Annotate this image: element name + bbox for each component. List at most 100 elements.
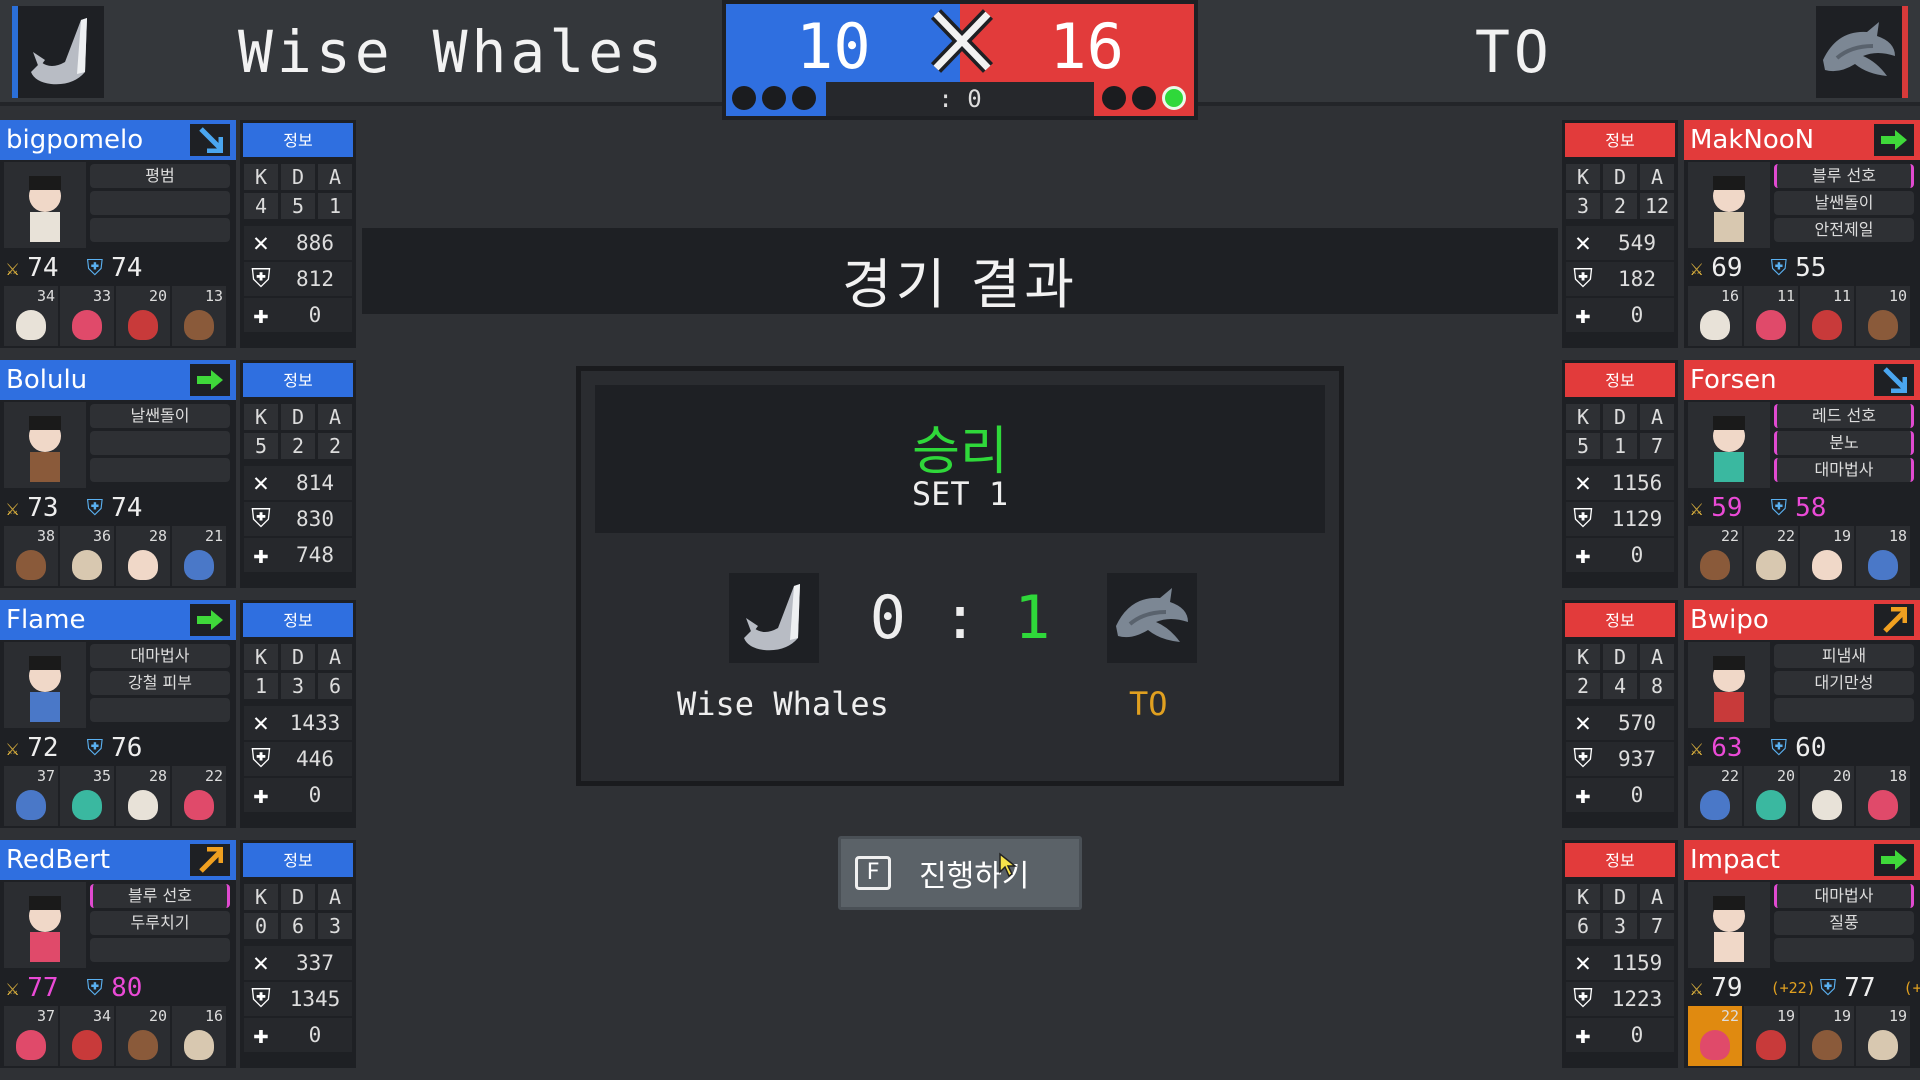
- champion-slot[interactable]: 22: [1688, 526, 1742, 586]
- champion-slot[interactable]: 34: [60, 1006, 114, 1066]
- stat-line: ⚔ 59 ⛨ 58: [1690, 492, 1854, 524]
- trait-item[interactable]: 날쌘돌이: [1774, 191, 1914, 215]
- champion-slot[interactable]: 38: [4, 526, 58, 586]
- champion-slot[interactable]: 11: [1800, 286, 1854, 346]
- champion-slot[interactable]: 18: [1856, 526, 1910, 586]
- champion-slot[interactable]: 10: [1856, 286, 1910, 346]
- trait-item[interactable]: [90, 191, 230, 215]
- trait-item[interactable]: 날쌘돌이: [90, 404, 230, 428]
- champion-face-icon: [72, 310, 102, 340]
- kda-header: D: [1603, 164, 1637, 190]
- champion-slot[interactable]: 20: [1744, 766, 1798, 826]
- trait-item[interactable]: 대기만성: [1774, 671, 1914, 695]
- champion-mastery: 28: [148, 767, 167, 785]
- trait-item[interactable]: 분노: [1774, 431, 1914, 455]
- trait-item[interactable]: 피냄새: [1774, 644, 1914, 668]
- combat-stats: ✕ 886 ⛨ 812 ✚ 0: [244, 226, 352, 334]
- trait-item[interactable]: [1774, 938, 1914, 962]
- info-button[interactable]: 정보: [1562, 360, 1678, 400]
- champion-slot[interactable]: 19: [1744, 1006, 1798, 1066]
- trait-item[interactable]: 대마법사: [1774, 458, 1914, 482]
- champion-slot[interactable]: 19: [1856, 1006, 1910, 1066]
- champion-slot[interactable]: 13: [172, 286, 226, 346]
- healing-done: 0: [1630, 303, 1644, 327]
- champion-pool: 34 33 20 13: [4, 286, 226, 346]
- stat-line: ⚔79(+22)⛨77(+22): [1690, 972, 1920, 1004]
- champion-slot[interactable]: 28: [116, 766, 170, 826]
- champion-face-icon: [16, 1030, 46, 1060]
- trait-item[interactable]: 강철 피부: [90, 671, 230, 695]
- shield-icon: ⛨: [1573, 743, 1593, 774]
- kda-grid: KDA 451: [244, 164, 352, 219]
- trait-item[interactable]: 블루 선호: [90, 884, 230, 908]
- healing-done: 748: [296, 543, 334, 567]
- champion-mastery: 35: [92, 767, 111, 785]
- trait-item[interactable]: 레드 선호: [1774, 404, 1914, 428]
- champion-face-icon: [1812, 790, 1842, 820]
- kda-header: K: [244, 404, 278, 430]
- trait-item[interactable]: [90, 458, 230, 482]
- champion-slot[interactable]: 28: [116, 526, 170, 586]
- champion-slot[interactable]: 33: [60, 286, 114, 346]
- champion-slot[interactable]: 20: [116, 286, 170, 346]
- trait-item[interactable]: [1774, 698, 1914, 722]
- champion-slot[interactable]: 16: [172, 1006, 226, 1066]
- whale-emblem-icon: [12, 6, 104, 98]
- info-button[interactable]: 정보: [240, 120, 356, 160]
- healing-done: 0: [1630, 783, 1644, 807]
- champion-slot[interactable]: 37: [4, 1006, 58, 1066]
- sword-icon: ⚔: [1690, 495, 1704, 521]
- trait-item[interactable]: 대마법사: [90, 644, 230, 668]
- champion-slot[interactable]: 37: [4, 766, 58, 826]
- champion-slot[interactable]: 36: [60, 526, 114, 586]
- champion-mastery: 20: [1832, 767, 1851, 785]
- champion-slot[interactable]: 22: [1688, 1006, 1742, 1066]
- champion-slot[interactable]: 34: [4, 286, 58, 346]
- champion-slot[interactable]: 19: [1800, 526, 1854, 586]
- info-button[interactable]: 정보: [240, 840, 356, 880]
- info-button[interactable]: 정보: [240, 600, 356, 640]
- kda-grid: KDA 248: [1566, 644, 1674, 699]
- champion-slot[interactable]: 35: [60, 766, 114, 826]
- right-arrow-icon: [190, 364, 230, 396]
- shield-icon: ⛨: [251, 743, 271, 774]
- champion-slot[interactable]: 18: [1856, 766, 1910, 826]
- kda-value: 8: [1640, 673, 1674, 699]
- info-button[interactable]: 정보: [240, 360, 356, 400]
- trait-item[interactable]: 대마법사: [1774, 884, 1914, 908]
- champion-face-icon: [72, 550, 102, 580]
- champion-slot[interactable]: 11: [1744, 286, 1798, 346]
- champion-face-icon: [1700, 550, 1730, 580]
- champion-mastery: 19: [1776, 1007, 1795, 1025]
- kda-grid: KDA 136: [244, 644, 352, 699]
- trait-item[interactable]: [90, 431, 230, 455]
- trait-item[interactable]: 평범: [90, 164, 230, 188]
- trait-item[interactable]: [90, 218, 230, 242]
- champion-slot[interactable]: 22: [1744, 526, 1798, 586]
- champion-slot[interactable]: 21: [172, 526, 226, 586]
- champion-face-icon: [1868, 1030, 1898, 1060]
- trait-item[interactable]: [90, 698, 230, 722]
- trait-item[interactable]: 안전제일: [1774, 218, 1914, 242]
- info-button[interactable]: 정보: [1562, 120, 1678, 160]
- proceed-button[interactable]: F 진행하기: [838, 836, 1082, 910]
- kda-value: 2: [1566, 673, 1600, 699]
- champion-slot[interactable]: 19: [1800, 1006, 1854, 1066]
- kda-header: K: [1566, 884, 1600, 910]
- info-button[interactable]: 정보: [1562, 600, 1678, 640]
- champion-pool: 22 22 19 18: [1688, 526, 1910, 586]
- player-portrait: [1688, 882, 1770, 968]
- champion-slot[interactable]: 16: [1688, 286, 1742, 346]
- trait-item[interactable]: 질풍: [1774, 911, 1914, 935]
- trait-item[interactable]: 블루 선호: [1774, 164, 1914, 188]
- kda-header: K: [244, 164, 278, 190]
- kda-header: K: [244, 884, 278, 910]
- champion-slot[interactable]: 20: [116, 1006, 170, 1066]
- kda-header: A: [1640, 404, 1674, 430]
- champion-slot[interactable]: 22: [172, 766, 226, 826]
- champion-slot[interactable]: 22: [1688, 766, 1742, 826]
- champion-slot[interactable]: 20: [1800, 766, 1854, 826]
- info-button[interactable]: 정보: [1562, 840, 1678, 880]
- trait-item[interactable]: 두루치기: [90, 911, 230, 935]
- trait-item[interactable]: [90, 938, 230, 962]
